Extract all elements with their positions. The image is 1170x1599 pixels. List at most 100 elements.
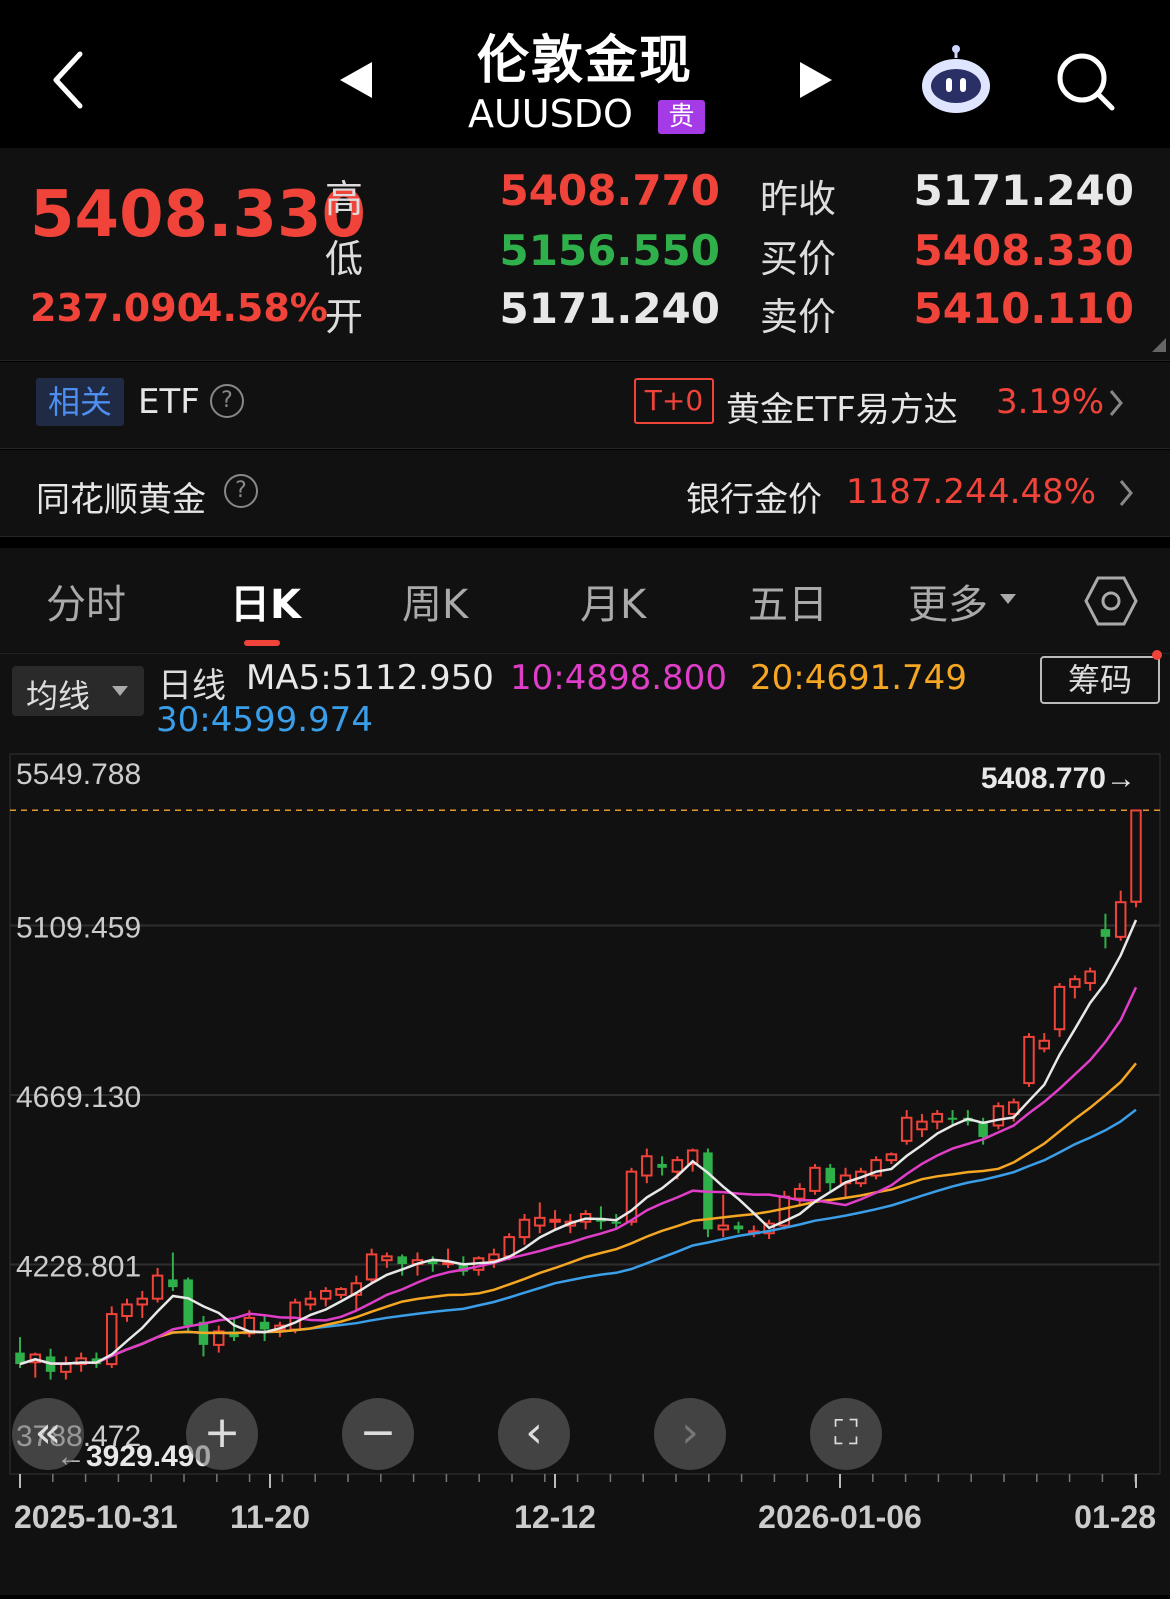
chevron-right-icon (1108, 388, 1124, 422)
notification-dot (1152, 650, 1162, 660)
candle-body (1069, 978, 1081, 988)
candle-body (717, 1224, 729, 1231)
zoom-out-button[interactable]: − (342, 1398, 414, 1470)
open-value: 5171.240 (499, 284, 720, 333)
etf-pct: 3.19% (996, 382, 1105, 422)
candle-body (320, 1289, 332, 1300)
ma-legend-row: 均线 日线 MA5:5112.950 10:4898.800 20:4691.7… (0, 650, 1170, 746)
last-price: 5408.330 (30, 178, 367, 252)
candle-body (1053, 985, 1066, 1031)
candle-body (304, 1297, 317, 1306)
tab-weekly-k[interactable]: 周K (402, 572, 468, 630)
bid-value: 5408.330 (913, 226, 1134, 275)
precious-metal-badge: 贵 (658, 100, 705, 134)
help-icon[interactable]: ? (210, 384, 244, 418)
tab-intraday[interactable]: 分时 (46, 572, 126, 630)
candle-body (641, 1155, 653, 1177)
t0-tag: T+0 (634, 378, 714, 424)
candle-body (168, 1279, 178, 1288)
prev-close-value: 5171.240 (913, 166, 1134, 215)
search-icon[interactable] (1054, 50, 1118, 114)
fast-back-button[interactable]: « (12, 1398, 84, 1470)
candle-body (1038, 1039, 1051, 1050)
scroll-right-button[interactable]: › (654, 1398, 726, 1470)
candle-body (809, 1166, 821, 1192)
related-etf-row[interactable]: 相关 ETF ? T+0 黄金ETF易方达 3.19% (0, 362, 1170, 449)
tab-daily-k[interactable]: 日K (230, 572, 301, 630)
candle-body (259, 1321, 270, 1330)
candle-body (381, 1255, 393, 1262)
next-instrument-icon[interactable] (796, 60, 836, 100)
x-tick-label: 2025-10-31 (14, 1499, 178, 1535)
kline-svg[interactable]: 5549.7885109.4594669.1304228.8013788.472… (0, 746, 1170, 1595)
expand-corner-icon[interactable] (1152, 338, 1166, 352)
ths-gold-row[interactable]: 同花顺黄金 ? 银行金价 1187.24 4.48% (0, 450, 1170, 537)
candle-body (611, 1221, 621, 1224)
candle-body (1100, 929, 1111, 937)
candle-body (335, 1288, 347, 1296)
candle-body (365, 1253, 378, 1281)
chips-button[interactable]: 筹码 (1040, 656, 1160, 704)
candle-body (947, 1117, 958, 1120)
ma5-value: MA5:5112.950 (246, 658, 494, 698)
candle-body (793, 1187, 806, 1200)
low-value: 5156.550 (499, 226, 720, 275)
chevron-right-icon (1118, 478, 1134, 512)
fullscreen-button[interactable]: ⛶ (810, 1398, 882, 1470)
candle-body (825, 1167, 835, 1184)
price-change: 237.090 (30, 286, 204, 330)
scroll-left-button[interactable]: ‹ (498, 1398, 570, 1470)
price-change-pct: 4.58% (196, 286, 328, 330)
ask-value: 5410.110 (913, 284, 1134, 333)
caret-down-icon (1000, 594, 1016, 604)
x-tick-label: 2026-01-06 (758, 1499, 922, 1535)
ma-select-label: 均线 (26, 677, 91, 715)
etf-label: ETF (138, 382, 200, 422)
candle-body (183, 1279, 193, 1326)
instrument-title: 伦敦金现 (476, 31, 693, 91)
candle-body (549, 1218, 561, 1223)
candle-body (625, 1170, 638, 1223)
plot-frame (9, 753, 1161, 1475)
robot-assistant-icon[interactable] (918, 44, 994, 116)
candle-body (289, 1301, 301, 1331)
ma30-value: 30:4599.974 (156, 700, 373, 740)
tab-monthly-k[interactable]: 月K (580, 572, 646, 630)
help-icon[interactable]: ? (224, 474, 258, 508)
candle-body (931, 1112, 943, 1123)
etf-name: 黄金ETF易方达 (726, 390, 958, 430)
high-label: 高 (325, 177, 364, 221)
zoom-in-button[interactable]: + (186, 1398, 258, 1470)
ma20-value: 20:4691.749 (750, 658, 967, 698)
candle-body (657, 1163, 667, 1168)
ask-label: 卖价 (760, 295, 837, 339)
ths-gold-label: 同花顺黄金 (36, 480, 206, 520)
max-price-label: 5408.770→ (981, 762, 1136, 795)
candle-body (488, 1253, 500, 1262)
ma10-value: 10:4898.800 (510, 658, 727, 698)
active-tab-indicator (244, 640, 280, 646)
ma-select[interactable]: 均线 (12, 666, 144, 716)
tab-five-day[interactable]: 五日 (748, 572, 828, 630)
settings-icon[interactable] (1084, 574, 1138, 628)
candle-body (397, 1256, 407, 1265)
candle-body (1084, 970, 1096, 985)
bid-label: 买价 (760, 237, 837, 281)
candle-body (1023, 1035, 1035, 1085)
top-nav-bar: 伦敦金现 AUUSDO 贵 (0, 0, 1170, 148)
bank-gold-pct: 4.48% (988, 472, 1097, 512)
candle-body (1114, 901, 1127, 938)
y-tick-label: 5549.788 (16, 758, 141, 791)
period-tabs: 分时 日K 周K 月K 五日 更多 (0, 548, 1170, 654)
candle-body (534, 1216, 546, 1227)
high-value: 5408.770 (499, 166, 720, 215)
low-label: 低 (325, 237, 364, 281)
y-tick-label: 4669.130 (16, 1081, 141, 1114)
quote-panel: 5408.330 237.090 4.58% 高 低 开 5408.770 51… (0, 148, 1170, 361)
x-tick-label: 12-12 (514, 1499, 596, 1535)
tab-more[interactable]: 更多 (908, 572, 988, 630)
candle-body (885, 1153, 898, 1162)
kline-chart[interactable]: 5549.7885109.4594669.1304228.8013788.472… (0, 746, 1170, 1595)
candle-body (60, 1363, 72, 1373)
candle-body (151, 1274, 164, 1300)
